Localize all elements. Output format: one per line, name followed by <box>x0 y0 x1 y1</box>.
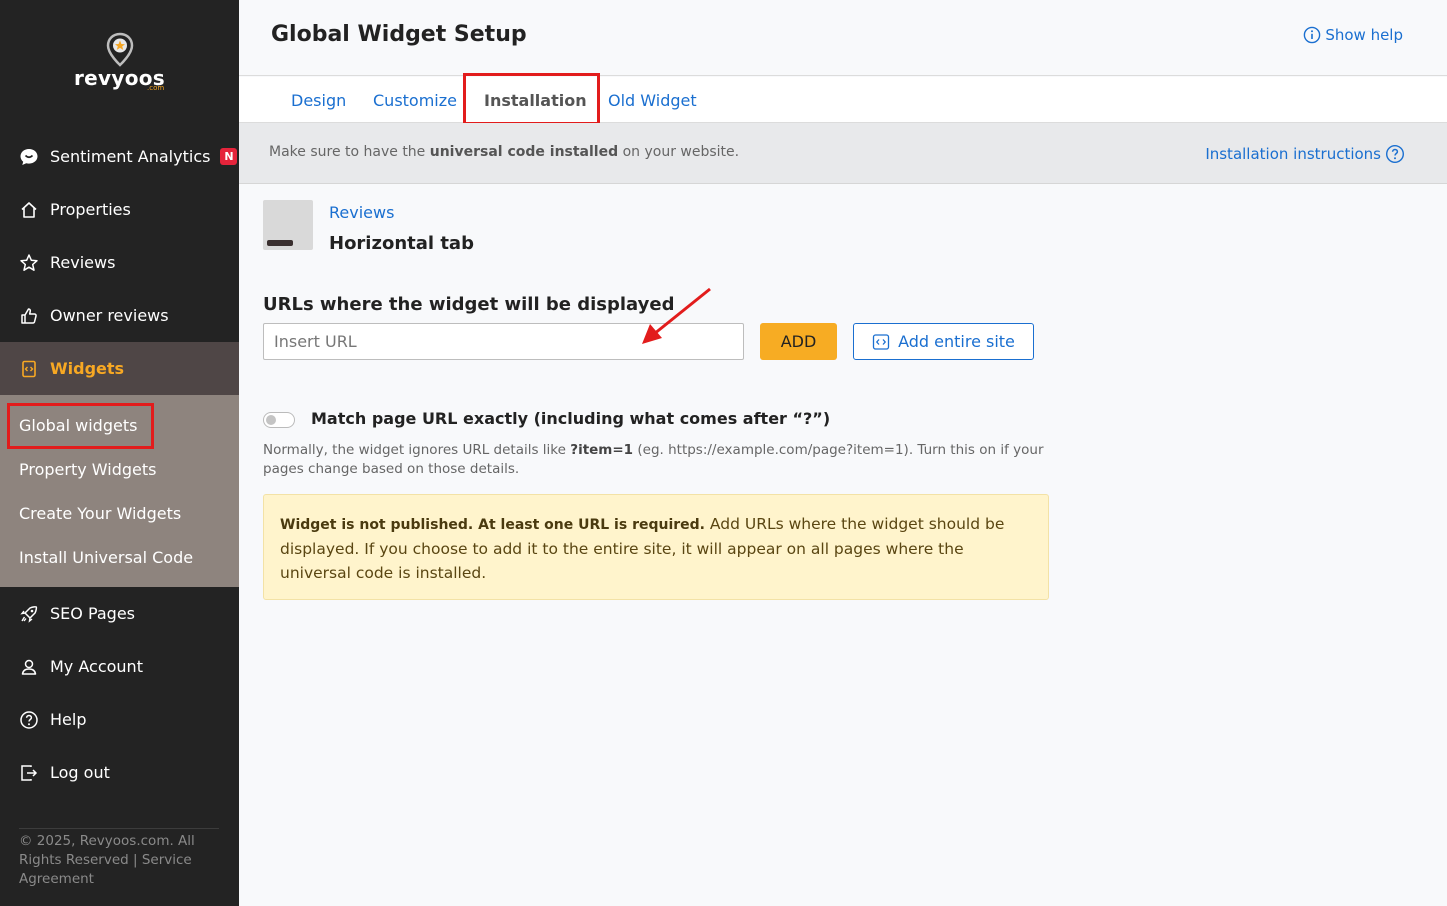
code-icon <box>872 333 890 350</box>
sidebar-item-owner-reviews[interactable]: Owner reviews <box>0 289 239 342</box>
show-help-link[interactable]: Show help <box>1303 26 1403 44</box>
sidebar-item-label: Reviews <box>50 253 116 272</box>
installation-instructions-link[interactable]: Installation instructions <box>1205 144 1405 164</box>
location-pin-icon <box>106 32 133 67</box>
rocket-icon <box>18 603 40 625</box>
sidebar-item-label: Widgets <box>50 359 125 378</box>
widget-thumbnail <box>263 200 313 250</box>
sidebar-item-my-account[interactable]: My Account <box>0 640 239 693</box>
question-circle-icon <box>18 709 40 731</box>
logout-icon <box>18 762 40 784</box>
show-help-label: Show help <box>1325 26 1403 44</box>
sidebar-item-widgets[interactable]: Widgets <box>0 342 239 395</box>
user-icon <box>18 656 40 678</box>
match-url-label: Match page URL exactly (including what c… <box>311 409 831 428</box>
unpublished-warning: Widget is not published. At least one UR… <box>263 494 1049 600</box>
widget-name: Horizontal tab <box>329 233 474 254</box>
sidebar: revyoos .com Sentiment Analytics N Prope… <box>0 0 239 906</box>
sidebar-item-reviews[interactable]: Reviews <box>0 236 239 289</box>
toggle-knob <box>266 415 276 425</box>
star-icon <box>18 252 40 274</box>
notice-bold: universal code installed <box>429 144 619 160</box>
submenu-item-property-widgets[interactable]: Property Widgets <box>19 460 156 479</box>
thumbs-up-icon <box>18 305 40 327</box>
sidebar-item-label: Owner reviews <box>50 306 169 325</box>
notice-prefix: Make sure to have the <box>269 144 430 160</box>
annotation-arrow <box>642 287 711 344</box>
logo-wordmark: revyoos <box>74 66 165 90</box>
sidebar-item-sentiment-analytics[interactable]: Sentiment Analytics N <box>0 130 239 183</box>
urls-section-label: URLs where the widget will be displayed <box>263 294 675 315</box>
sidebar-item-label: Sentiment Analytics <box>50 147 211 166</box>
copyright-notice: © 2025, Revyoos.com. All Rights Reserved… <box>19 828 219 889</box>
sidebar-item-log-out[interactable]: Log out <box>0 746 239 799</box>
match-url-help: Normally, the widget ignores URL details… <box>263 441 1053 479</box>
universal-code-notice: Make sure to have the universal code ins… <box>239 123 1447 184</box>
installation-tab-highlight-box <box>463 73 600 125</box>
page-title: Global Widget Setup <box>271 22 527 47</box>
logo-suffix: .com <box>147 84 165 92</box>
sidebar-item-label: My Account <box>50 657 143 676</box>
global-widgets-highlight-box <box>7 403 154 449</box>
tab-design[interactable]: Design <box>291 91 346 110</box>
installation-instructions-label: Installation instructions <box>1205 145 1381 163</box>
notice-text: Make sure to have the universal code ins… <box>269 144 739 160</box>
sidebar-item-properties[interactable]: Properties <box>0 183 239 236</box>
tab-customize[interactable]: Customize <box>373 91 457 110</box>
warning-bold: Widget is not published. At least one UR… <box>280 517 705 533</box>
home-icon <box>18 199 40 221</box>
info-circle-icon <box>1304 26 1321 44</box>
question-circle-icon <box>1385 144 1405 164</box>
code-file-icon <box>18 358 40 380</box>
tab-bar: Design Customize Installation Old Widget <box>239 77 1447 123</box>
add-url-button[interactable]: ADD <box>760 323 837 360</box>
new-badge: N <box>220 148 238 165</box>
sidebar-item-label: Log out <box>50 763 110 782</box>
tab-old-widget[interactable]: Old Widget <box>608 91 697 110</box>
add-entire-site-label: Add entire site <box>898 332 1015 351</box>
notice-suffix: on your website. <box>618 144 740 160</box>
revyoos-logo[interactable]: revyoos .com <box>0 32 239 92</box>
submenu-item-create-your-widgets[interactable]: Create Your Widgets <box>19 504 181 523</box>
sidebar-item-label: SEO Pages <box>50 604 136 623</box>
sidebar-item-help[interactable]: Help <box>0 693 239 746</box>
sidebar-item-label: Help <box>50 710 87 729</box>
chat-bubble-icon <box>18 146 40 168</box>
page-header: Global Widget Setup Show help <box>239 0 1447 76</box>
thumbnail-tab-bar <box>267 240 293 246</box>
help-bold: ?item=1 <box>570 442 634 458</box>
widget-category-link[interactable]: Reviews <box>329 203 394 222</box>
sidebar-item-label: Properties <box>50 200 131 219</box>
help-prefix: Normally, the widget ignores URL details… <box>263 442 571 458</box>
sidebar-item-seo-pages[interactable]: SEO Pages <box>0 587 239 640</box>
add-entire-site-button[interactable]: Add entire site <box>853 323 1034 360</box>
submenu-item-install-universal-code[interactable]: Install Universal Code <box>19 548 193 567</box>
match-url-toggle[interactable] <box>263 412 295 428</box>
